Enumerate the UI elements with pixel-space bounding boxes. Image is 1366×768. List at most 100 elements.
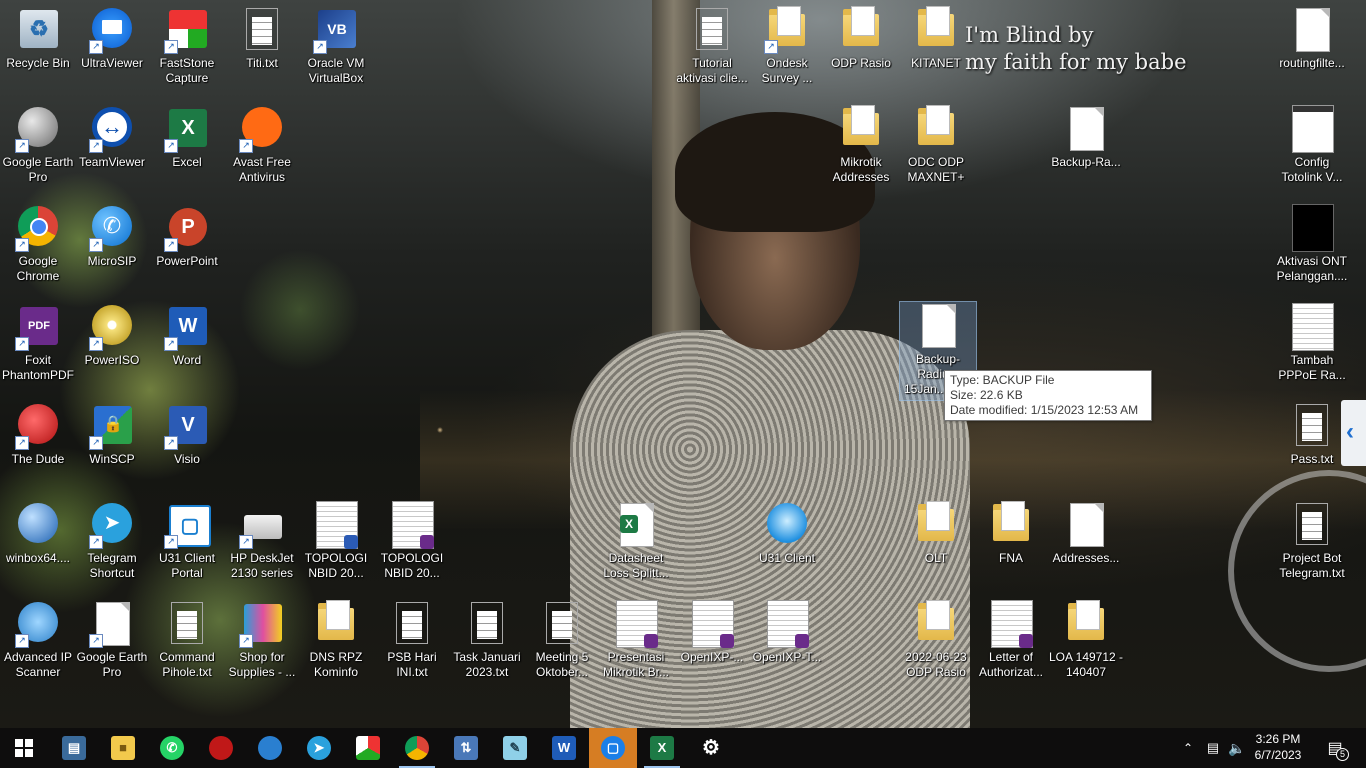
desktop-icon-label: TeamViewer [79,155,145,169]
desktop-icon-label: PowerISO [84,353,140,367]
desktop-icon-hp-deskjet[interactable]: ↗ HP DeskJet 2130 series [224,501,300,581]
desktop-icon-psb-hari-ini[interactable]: PSB Hari INI.txt [374,600,450,680]
desktop-icon-letter-of-authorization[interactable]: Letter of Authorizat... [973,600,1049,680]
taskbar-app-telegram[interactable]: ➤ [295,728,343,768]
taskbar-app-chrome[interactable] [393,728,441,768]
start-button[interactable] [0,728,48,768]
desktop-icon-config-totolink[interactable]: Config Totolink V... [1274,105,1350,185]
desktop-icon-virtualbox[interactable]: VB ↗ Oracle VM VirtualBox [298,6,374,86]
desktop-icon-titi-txt[interactable]: Titi.txt [224,6,300,71]
desktop-icon-command-pihole[interactable]: Command Pihole.txt [149,600,225,680]
desktop-icon-advanced-ip-scanner[interactable]: ↗ Advanced IP Scanner [0,600,76,680]
desktop-icon-word[interactable]: W ↗ Word [149,303,225,368]
desktop-icon-winscp[interactable]: 🔒 ↗ WinSCP [74,402,150,467]
desktop-icon-presentasi-mikrotik[interactable]: Presentasi Mikrotik Br... [598,600,674,680]
desktop-icon-odp-rasio[interactable]: ODP Rasio [823,6,899,71]
desktop-icon-odc-odp-maxnet[interactable]: ODC ODP MAXNET+ [898,105,974,185]
desktop-icon-label: TOPOLOGI NBID 20... [380,551,444,580]
taskbar-app-network-share[interactable]: ⇅ [442,728,490,768]
desktop-icon-google-chrome[interactable]: ↗ Google Chrome [0,204,76,284]
desktop-icon-label: Oracle VM VirtualBox [307,56,365,85]
taskbar-app-word[interactable]: W [540,728,588,768]
show-hidden-icons-button[interactable]: ⌃ [1178,728,1198,768]
chevron-up-icon: ⌃ [1182,741,1194,755]
taskbar-app-network-tool[interactable]: ▤ [50,728,98,768]
desktop-icon-label: Datasheet Loss Splitt... [603,551,669,580]
taskbar-app-excel[interactable]: X [638,728,686,768]
side-panel-toggle[interactable]: ‹ [1341,400,1366,466]
network-tray-button[interactable]: ▤ [1202,728,1224,768]
desktop-icon-openixp-2[interactable]: OpenIXP-T... [749,600,825,665]
desktop-icon-fna[interactable]: FNA [973,501,1049,566]
desktop-icon-avast[interactable]: ↗ Avast Free Antivirus [224,105,300,185]
faststone-icon [356,736,380,760]
taskbar-clock[interactable]: 3:26 PM 6/7/2023 [1248,731,1308,763]
desktop-icon-google-earth-pro[interactable]: ↗ Google Earth Pro [0,105,76,185]
text-file-icon [163,600,211,648]
desktop-icon-recycle-bin[interactable]: ♻ Recycle Bin [0,6,76,71]
desktop-icon-kitanet[interactable]: KITANET [898,6,974,71]
desktop-icon-tutorial-aktivasi[interactable]: Tutorial aktivasi clie... [674,6,750,86]
desktop-icon-aktivasi-ont[interactable]: Aktivasi ONT Pelanggan.... [1274,204,1350,284]
desktop-icon-the-dude[interactable]: ↗ The Dude [0,402,76,467]
desktop-icon-telegram-shortcut[interactable]: ➤ ↗ Telegram Shortcut [74,501,150,581]
desktop-icon-task-januari[interactable]: Task Januari 2023.txt [449,600,525,680]
desktop-icon-olt[interactable]: OLT [898,501,974,566]
desktop-icon-teamviewer[interactable]: ↔ ↗ TeamViewer [74,105,150,170]
desktop-icon-topologi-nbid-2[interactable]: TOPOLOGI NBID 20... [374,501,450,581]
taskbar-app-the-dude[interactable] [197,728,245,768]
desktop-icon-powerpoint[interactable]: P ↗ PowerPoint [149,204,225,269]
desktop-icon-project-bot-telegram[interactable]: Project Bot Telegram.txt [1274,501,1350,581]
taskbar-app-faststone[interactable] [344,728,392,768]
taskbar-app-winbox[interactable] [246,728,294,768]
desktop-icon-poweriso[interactable]: ↗ PowerISO [74,303,150,368]
taskbar-app-file-explorer[interactable]: ■ [99,728,147,768]
folder-icon [912,501,960,549]
desktop-icon-visio[interactable]: V ↗ Visio [149,402,225,467]
desktop-icon-foxit-phantompdf[interactable]: PDF ↗ Foxit PhantomPDF [0,303,76,383]
desktop-icon-shop-for-supplies[interactable]: ↗ Shop for Supplies - ... [224,600,300,680]
desktop-icon-meeting-5-oktober[interactable]: Meeting 5 Oktober... [524,600,600,680]
desktop-icon-u31-client[interactable]: U31 Client [749,501,825,566]
desktop-icon-backup-ra[interactable]: Backup-Ra... [1048,105,1124,170]
desktop-icon-u31-client-portal[interactable]: ▢ ↗ U31 Client Portal [149,501,225,581]
desktop-icon-label: FNA [999,551,1023,565]
desktop-icon-winbox64[interactable]: winbox64.... [0,501,76,566]
taskbar-app-ultraviewer[interactable]: ▢ [589,728,637,768]
file-icon [1062,501,1110,549]
desktop-icon-label: OpenIXP-T... [752,650,822,664]
desktop-icon-label: HP DeskJet 2130 series [230,551,294,580]
pdf-file-icon [987,600,1035,648]
desktop-icon-label: Addresses... [1052,551,1120,565]
desktop-icon-datasheet-loss[interactable]: X Datasheet Loss Splitt... [598,501,674,581]
desktop-icon-openixp-1[interactable]: OpenIXP-... [674,600,750,665]
desktop-icon-loa[interactable]: LOA 149712 - 140407 [1048,600,1124,680]
taskbar-app-whatsapp[interactable]: ✆ [148,728,196,768]
volume-tray-button[interactable]: 🔈 [1226,728,1248,768]
desktop-icon-label: OLT [924,551,948,565]
taskbar-app-notepad[interactable]: ✎ [491,728,539,768]
desktop-icon-routingfilter[interactable]: routingfilte... [1274,6,1350,71]
printer-icon: ↗ [238,501,286,549]
text-file-icon [388,600,436,648]
desktop-icon-odp-rasio-2022[interactable]: 2022-06-23 ODP Rasio [898,600,974,680]
desktop-icon-mikrotik-addresses[interactable]: Mikrotik Addresses [823,105,899,185]
gear-icon: ⚙ [702,737,720,759]
taskbar-app-settings[interactable]: ⚙ [687,728,735,768]
folder-icon [312,600,360,648]
desktop-icon-addresses[interactable]: Addresses... [1048,501,1124,566]
desktop-icon-pass-txt[interactable]: Pass.txt [1274,402,1350,467]
desktop-icon-google-earth-pro-2[interactable]: ↗ Google Earth Pro [74,600,150,680]
desktop-icon-tambah-pppoe[interactable]: Tambah PPPoE Ra... [1274,303,1350,383]
desktop-icon-ultraviewer[interactable]: ↗ UltraViewer [74,6,150,71]
desktop-icon-microsip[interactable]: ✆ ↗ MicroSIP [74,204,150,269]
desktop-icon-excel[interactable]: X ↗ Excel [149,105,225,170]
file-icon: ↗ [88,600,136,648]
desktop-icon-label: U31 Client Portal [158,551,216,580]
desktop-icon-label: Word [172,353,202,367]
action-center-button[interactable]: ▤ 5 [1320,728,1350,768]
desktop-icon-topologi-nbid-1[interactable]: TOPOLOGI NBID 20... [298,501,374,581]
desktop-icon-ondesk-survey[interactable]: ↗ Ondesk Survey ... [749,6,825,86]
desktop-icon-dns-rpz-kominfo[interactable]: DNS RPZ Kominfo [298,600,374,680]
desktop-icon-faststone-capture[interactable]: ↗ FastStone Capture [149,6,225,86]
